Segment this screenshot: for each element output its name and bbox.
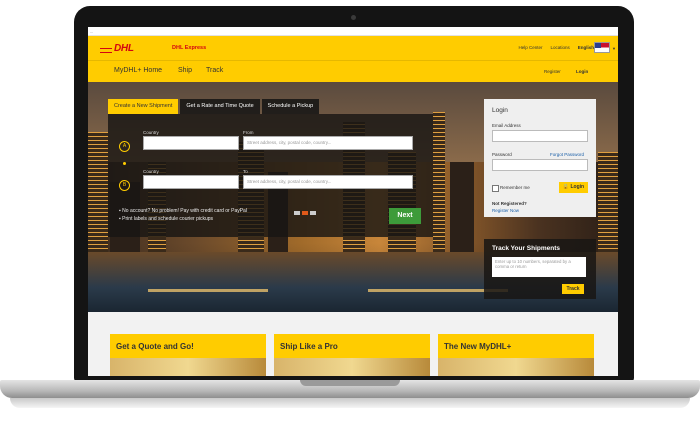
main-nav: MyDHL+ Home Ship Track Register Login — [88, 60, 618, 83]
no-account-note: ▪ No account? No problem! Pay with credi… — [119, 208, 247, 214]
email-label: Email Address — [492, 123, 521, 128]
top-header: DHL DHL Express Help Center Locations En… — [88, 36, 618, 60]
from-address-label: From — [243, 130, 254, 135]
header-links: Help Center Locations English — [518, 45, 594, 50]
to-address-label: To — [243, 169, 248, 174]
email-field[interactable] — [492, 130, 588, 142]
laptop-notch — [300, 380, 400, 386]
nav-track[interactable]: Track — [206, 67, 223, 74]
remember-me-checkbox[interactable] — [492, 185, 499, 192]
address-bar[interactable]: ... — [88, 27, 618, 36]
paypal-icon — [310, 211, 316, 215]
shipment-tabs: Create a New Shipment Get a Rate and Tim… — [108, 99, 321, 114]
payment-icons — [294, 211, 316, 215]
tracking-numbers-input[interactable]: Enter up to 10 numbers, separated by a c… — [492, 257, 586, 277]
password-label: Password — [492, 152, 512, 157]
remember-me-label: Remember me — [500, 185, 530, 190]
help-center-link[interactable]: Help Center — [518, 45, 542, 50]
logo-speed-lines — [100, 48, 112, 53]
locations-link[interactable]: Locations — [550, 45, 569, 50]
laptop-shadow — [10, 398, 690, 408]
login-panel: Login Email Address Password Forgot Pass… — [484, 99, 596, 217]
card-new-mydhl[interactable]: The New MyDHL+ — [438, 334, 594, 376]
shipment-form: A Country From Street address, city, pos… — [108, 114, 433, 237]
webcam — [351, 15, 356, 20]
track-button[interactable]: Track — [562, 284, 584, 294]
from-country-label: Country — [143, 130, 159, 135]
us-flag-icon[interactable] — [594, 42, 610, 53]
chevron-down-icon[interactable]: ▼ — [612, 46, 616, 51]
destination-marker-icon: B — [119, 180, 130, 191]
to-address-input[interactable]: Street address, city, postal code, count… — [243, 175, 413, 189]
card-quote[interactable]: Get a Quote and Go! — [110, 334, 266, 376]
dhl-logo[interactable]: DHL — [114, 43, 134, 54]
register-now-link[interactable]: Register Now — [492, 208, 519, 213]
login-link[interactable]: Login — [576, 69, 588, 74]
not-registered-label: Not Registered? — [492, 201, 527, 206]
register-link[interactable]: Register — [544, 69, 561, 74]
tab-create-shipment[interactable]: Create a New Shipment — [108, 99, 179, 114]
next-button[interactable]: Next — [389, 208, 421, 224]
from-address-input[interactable]: Street address, city, postal code, count… — [243, 136, 413, 150]
mastercard-icon — [302, 211, 308, 215]
password-field[interactable] — [492, 159, 588, 171]
nav-ship[interactable]: Ship — [178, 67, 192, 74]
to-country-label: Country — [143, 169, 159, 174]
tab-schedule-pickup[interactable]: Schedule a Pickup — [261, 99, 320, 114]
track-panel: Track Your Shipments Enter up to 10 numb… — [484, 239, 596, 299]
print-labels-note: ▪ Print labels and schedule courier pick… — [119, 216, 214, 222]
to-country-input[interactable] — [143, 175, 239, 189]
track-title: Track Your Shipments — [492, 245, 561, 252]
origin-marker-icon: A — [119, 141, 130, 152]
credit-card-icon — [294, 211, 300, 215]
nav-mydhl-home[interactable]: MyDHL+ Home — [114, 67, 162, 74]
forgot-password-link[interactable]: Forgot Password — [550, 152, 584, 157]
brand-name: DHL Express — [172, 45, 207, 51]
login-title: Login — [492, 107, 508, 114]
login-button[interactable]: 🔒 Login — [559, 182, 588, 193]
browser-screen: ... DHL DHL Express Help Center Location… — [88, 27, 618, 376]
card-ship-pro[interactable]: Ship Like a Pro — [274, 334, 430, 376]
from-country-input[interactable] — [143, 136, 239, 150]
promo-cards: Get a Quote and Go! Ship Like a Pro The … — [88, 312, 618, 376]
tab-rate-quote[interactable]: Get a Rate and Time Quote — [180, 99, 260, 114]
language-link[interactable]: English — [578, 45, 594, 50]
